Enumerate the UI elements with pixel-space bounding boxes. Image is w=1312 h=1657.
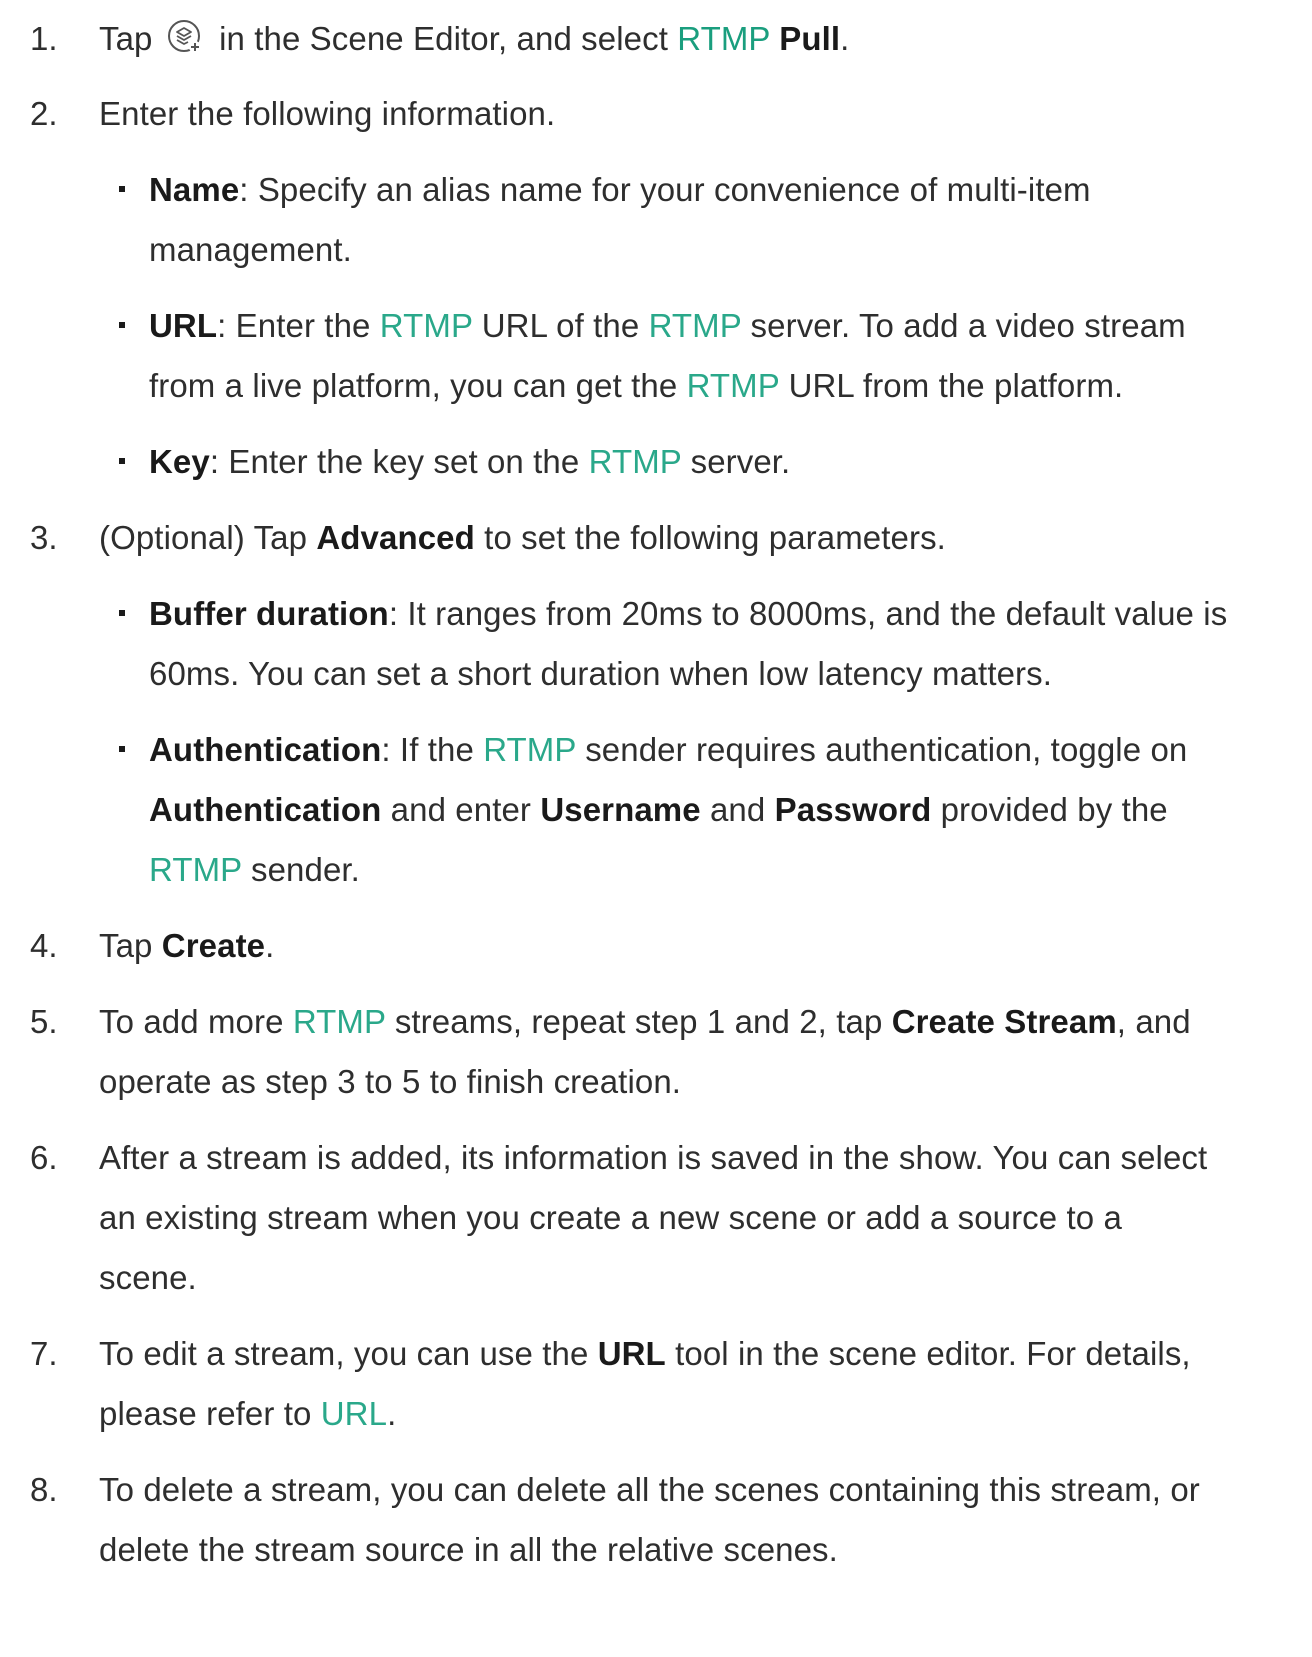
rtmp-term: RTMP	[379, 307, 473, 344]
buffer-duration-desc-cont: 60ms. You can set a short duration when …	[149, 655, 1052, 692]
name-field-desc-cont: management.	[149, 231, 352, 268]
rtmp-term: RTMP	[149, 851, 242, 888]
desc-text: sender requires authentication, toggle o…	[585, 731, 1188, 768]
step-number: 2.	[30, 95, 58, 132]
rtmp-term: RTMP	[686, 367, 780, 404]
url-link[interactable]: URL	[321, 1395, 387, 1432]
punct: .	[387, 1395, 397, 1432]
step-6-cont2: scene.	[99, 1259, 197, 1296]
rtmp-term: RTMP	[483, 731, 576, 768]
authentication-desc-cont2: RTMP sender.	[149, 850, 360, 890]
step-text: tool in the scene editor. For details,	[675, 1335, 1191, 1372]
step-number: 3.	[30, 519, 58, 556]
desc-text: provided by the	[940, 791, 1168, 828]
bullet	[119, 186, 125, 192]
bullet	[119, 610, 125, 616]
layers-add-icon	[166, 18, 204, 56]
step-text: To add more	[99, 1003, 284, 1040]
desc-text: server.	[690, 443, 791, 480]
key-field-desc: Key: Enter the key set on the RTMP serve…	[149, 442, 790, 482]
create-stream-option: Create Stream	[891, 1003, 1117, 1040]
step-2: Enter the following information.	[99, 95, 556, 132]
bullet	[119, 746, 125, 752]
step-number: 6.	[30, 1139, 58, 1176]
rtmp-term: RTMP	[648, 307, 742, 344]
rtmp-term: RTMP	[677, 20, 770, 57]
field-label: Name	[149, 171, 240, 208]
step-4: Tap Create.	[99, 926, 274, 966]
step-8: To delete a stream, you can delete all t…	[99, 1471, 1200, 1508]
username-label: Username	[540, 791, 701, 828]
advanced-option: Advanced	[316, 519, 475, 556]
buffer-duration-desc: Buffer duration: It ranges from 20ms to …	[149, 594, 1227, 634]
authentication-desc: Authentication: If the RTMP sender requi…	[149, 730, 1187, 770]
step-text: To edit a stream, you can use the	[99, 1335, 589, 1372]
step-8-cont: delete the stream source in all the rela…	[99, 1531, 838, 1568]
step-number: 8.	[30, 1471, 58, 1508]
step-number: 7.	[30, 1335, 58, 1372]
desc-text: URL from the platform.	[788, 367, 1124, 404]
step-number: 5.	[30, 1003, 58, 1040]
step-text: to set the following parameters.	[484, 519, 946, 556]
step-number: 1.	[30, 20, 58, 57]
step-number: 4.	[30, 927, 58, 964]
field-label: Key	[149, 443, 210, 480]
url-tool-label: URL	[597, 1335, 666, 1372]
field-label: URL	[149, 307, 218, 344]
password-label: Password	[774, 791, 932, 828]
step-5-cont: operate as step 3 to 5 to finish creatio…	[99, 1063, 682, 1100]
step-text: streams, repeat step 1 and 2, tap	[394, 1003, 883, 1040]
field-label: Buffer duration	[149, 595, 389, 632]
step-text: Tap	[99, 927, 153, 964]
step-1: Tap in the Scene Editor, and select RTMP…	[99, 19, 849, 59]
step-7-cont: please refer to URL.	[99, 1394, 396, 1434]
step-6: After a stream is added, its information…	[99, 1139, 1208, 1176]
desc-text: from a live platform, you can get the	[149, 367, 678, 404]
field-label: Authentication	[149, 731, 382, 768]
step-text: Tap	[99, 20, 153, 57]
desc-text: URL of the	[481, 307, 640, 344]
desc-text: : Enter the key set on the	[209, 443, 580, 480]
authentication-desc-cont: Authentication and enter Username and Pa…	[149, 790, 1168, 830]
rtmp-term: RTMP	[292, 1003, 386, 1040]
step-5: To add more RTMP streams, repeat step 1 …	[99, 1002, 1191, 1042]
desc-text: : It ranges from 20ms to 8000ms, and the…	[388, 595, 1228, 632]
desc-text: and enter	[390, 791, 532, 828]
pull-option: Pull	[779, 20, 841, 57]
bullet	[119, 322, 125, 328]
step-text: please refer to	[99, 1395, 312, 1432]
create-option: Create	[161, 927, 266, 964]
step-text: , and	[1116, 1003, 1191, 1040]
desc-text: and	[709, 791, 766, 828]
desc-text: sender.	[250, 851, 360, 888]
punct: .	[265, 927, 275, 964]
authentication-toggle-label: Authentication	[149, 791, 382, 828]
bullet	[119, 458, 125, 464]
rtmp-term: RTMP	[588, 443, 682, 480]
step-7: To edit a stream, you can use the URL to…	[99, 1334, 1191, 1374]
step-text: (Optional) Tap	[99, 519, 308, 556]
url-field-desc-cont: from a live platform, you can get the RT…	[149, 366, 1123, 406]
punct: .	[840, 20, 850, 57]
document-page: 1. Tap in the Scene Editor, and select R…	[0, 0, 1312, 1657]
name-field-desc: Name: Specify an alias name for your con…	[149, 170, 1091, 210]
url-field-desc: URL: Enter the RTMP URL of the RTMP serv…	[149, 306, 1186, 346]
desc-text: : Enter the	[217, 307, 371, 344]
desc-text: : If the	[381, 731, 474, 768]
step-text: in the Scene Editor, and select	[219, 20, 668, 57]
desc-text: : Specify an alias name for your conveni…	[239, 171, 1091, 208]
desc-text: server. To add a video stream	[750, 307, 1186, 344]
step-6-cont: an existing stream when you create a new…	[99, 1199, 1122, 1236]
step-3: (Optional) Tap Advanced to set the follo…	[99, 518, 946, 558]
